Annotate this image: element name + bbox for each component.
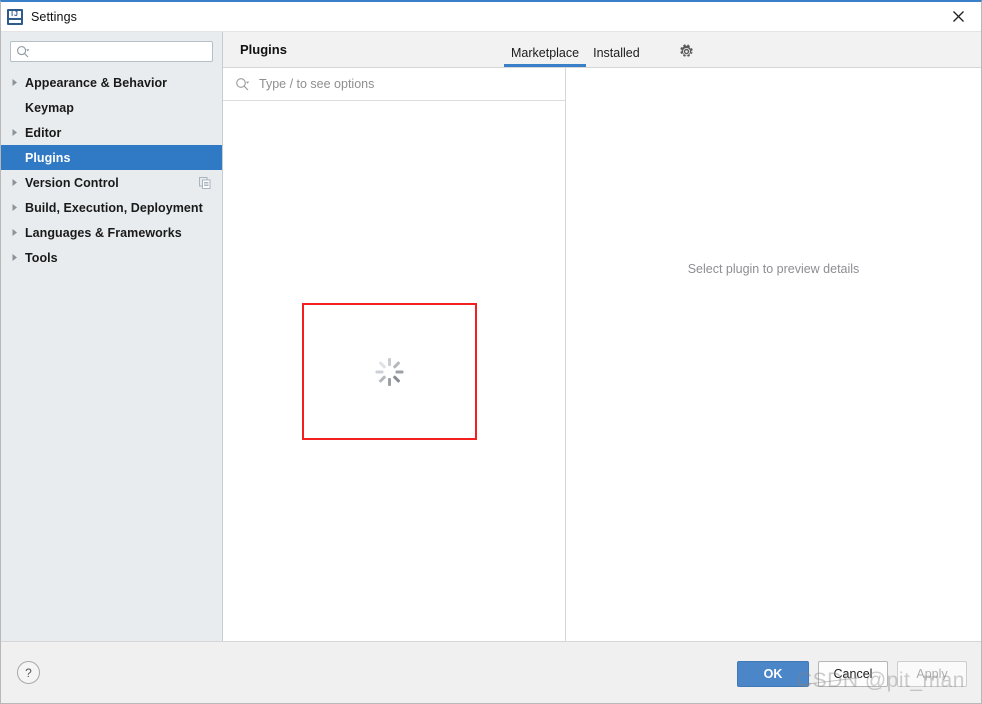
- sidebar-item-label: Editor: [25, 125, 62, 140]
- plugins-panes: Select plugin to preview details: [223, 67, 981, 641]
- plugins-panel: Plugins Marketplace Installed Type / to …: [223, 32, 981, 641]
- spinner-icon: [375, 357, 405, 387]
- sidebar-search-box[interactable]: [10, 41, 213, 62]
- sidebar-item-label: Build, Execution, Deployment: [25, 200, 203, 215]
- sidebar-search-container: [1, 32, 222, 68]
- sidebar-item-label: Plugins: [25, 150, 71, 165]
- help-icon[interactable]: ?: [17, 661, 40, 684]
- annotation-rectangle: [302, 303, 477, 440]
- settings-dialog: IJ Settings Appearance & Behavior Keymap…: [0, 0, 982, 704]
- sidebar-item-keymap[interactable]: Keymap: [1, 95, 222, 120]
- chevron-right-icon[interactable]: [11, 128, 25, 137]
- tab-label: Marketplace: [511, 46, 580, 60]
- cancel-button[interactable]: Cancel: [818, 661, 888, 687]
- apply-button: Apply: [897, 661, 967, 687]
- tab-marketplace[interactable]: Marketplace: [504, 46, 587, 67]
- plugin-search-input[interactable]: [250, 77, 565, 91]
- ok-button[interactable]: OK: [737, 661, 809, 687]
- search-icon: [16, 45, 30, 59]
- footer-button-group: OK Cancel Apply: [737, 661, 967, 687]
- plugin-search-box[interactable]: [223, 68, 565, 101]
- settings-sidebar: Appearance & Behavior Keymap Editor Plug…: [1, 32, 223, 641]
- sidebar-item-tools[interactable]: Tools: [1, 245, 222, 270]
- search-icon: [235, 77, 250, 92]
- plugin-list[interactable]: [223, 101, 565, 641]
- close-icon[interactable]: [935, 2, 981, 30]
- sidebar-item-build-execution-deployment[interactable]: Build, Execution, Deployment: [1, 195, 222, 220]
- plugins-header: Plugins Marketplace Installed: [223, 32, 981, 67]
- chevron-right-icon[interactable]: [11, 78, 25, 87]
- sidebar-search-input[interactable]: [30, 44, 212, 59]
- sidebar-item-languages-frameworks[interactable]: Languages & Frameworks: [1, 220, 222, 245]
- sidebar-item-label: Version Control: [25, 175, 119, 190]
- plugin-list-pane: [223, 68, 566, 641]
- chevron-right-icon[interactable]: [11, 253, 25, 262]
- chevron-right-icon[interactable]: [11, 203, 25, 212]
- sidebar-item-label: Appearance & Behavior: [25, 75, 168, 90]
- sidebar-item-label: Languages & Frameworks: [25, 225, 182, 240]
- sidebar-item-label: Tools: [25, 250, 58, 265]
- sidebar-item-plugins[interactable]: Plugins: [1, 145, 222, 170]
- chevron-right-icon[interactable]: [11, 178, 25, 187]
- tab-installed[interactable]: Installed: [586, 46, 647, 67]
- titlebar: IJ Settings: [1, 2, 981, 32]
- window-title: Settings: [31, 9, 77, 24]
- sidebar-item-label: Keymap: [25, 100, 74, 115]
- dialog-footer: ? OK Cancel Apply: [1, 641, 981, 703]
- copy-icon[interactable]: [199, 176, 211, 189]
- page-title: Plugins: [240, 42, 287, 57]
- tab-label: Installed: [593, 46, 640, 60]
- intellij-idea-icon: IJ: [7, 8, 23, 25]
- gear-icon[interactable]: [676, 41, 696, 61]
- sidebar-item-appearance-behavior[interactable]: Appearance & Behavior: [1, 70, 222, 95]
- settings-tree: Appearance & Behavior Keymap Editor Plug…: [1, 68, 222, 641]
- dialog-content: Appearance & Behavior Keymap Editor Plug…: [1, 32, 981, 641]
- detail-placeholder-text: Select plugin to preview details: [687, 262, 860, 276]
- plugin-detail-pane: Select plugin to preview details: [566, 68, 981, 641]
- sidebar-item-editor[interactable]: Editor: [1, 120, 222, 145]
- chevron-right-icon[interactable]: [11, 228, 25, 237]
- sidebar-item-version-control[interactable]: Version Control: [1, 170, 222, 195]
- plugins-tabs: Marketplace Installed: [504, 33, 647, 67]
